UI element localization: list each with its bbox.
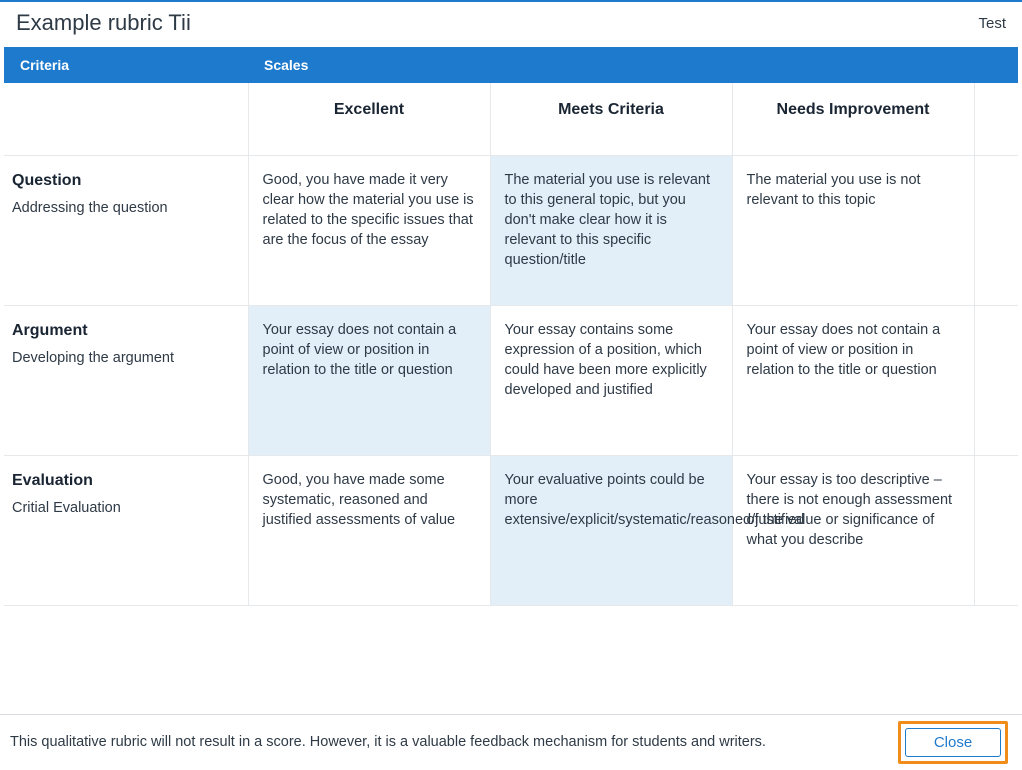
footer-bar: This qualitative rubric will not result … <box>0 714 1022 770</box>
criteria-title: Question <box>12 170 234 192</box>
rubric-cell[interactable]: Good, you have made it very clear how th… <box>248 156 490 306</box>
criteria-title: Evaluation <box>12 470 234 492</box>
table-row: Question Addressing the question Good, you… <box>4 156 1018 306</box>
empty-cell <box>974 456 1018 606</box>
close-highlight: Close <box>898 721 1008 764</box>
criteria-cell: Argument Developing the argument <box>4 306 248 456</box>
empty-cell <box>974 156 1018 306</box>
empty-header <box>974 83 1018 156</box>
criteria-desc: Addressing the question <box>12 198 234 218</box>
rubric-cell[interactable]: Your essay does not contain a point of v… <box>732 306 974 456</box>
scale-needs: Needs Improvement <box>732 83 974 156</box>
breadcrumb-label: Test <box>978 15 1006 32</box>
rubric-cell[interactable]: The material you use is relevant to this… <box>490 156 732 306</box>
scales-header: Scales <box>248 47 1018 83</box>
table-row: Argument Developing the argument Your essa… <box>4 306 1018 456</box>
rubric-cell[interactable]: Your evaluative points could be more ext… <box>490 456 732 606</box>
table-row: Evaluation Critial Evaluation Good, you ha… <box>4 456 1018 606</box>
empty-cell <box>974 306 1018 456</box>
rubric-cell[interactable]: Your essay does not contain a point of v… <box>248 306 490 456</box>
table-header-row: Criteria Scales <box>4 47 1018 83</box>
page-title: Example rubric Tii <box>16 10 191 36</box>
criteria-cell: Evaluation Critial Evaluation <box>4 456 248 606</box>
scale-meets: Meets Criteria <box>490 83 732 156</box>
blank-header <box>4 83 248 156</box>
criteria-cell: Question Addressing the question <box>4 156 248 306</box>
rubric-cell[interactable]: Good, you have made some systematic, rea… <box>248 456 490 606</box>
rubric-table: Criteria Scales Excellent Meets Criteria… <box>4 47 1018 606</box>
scale-excellent: Excellent <box>248 83 490 156</box>
rubric-cell[interactable]: The material you use is not relevant to … <box>732 156 974 306</box>
close-button[interactable]: Close <box>905 728 1001 757</box>
footer-note: This qualitative rubric will not result … <box>10 733 766 753</box>
criteria-header: Criteria <box>4 47 248 83</box>
criteria-desc: Critial Evaluation <box>12 498 234 518</box>
rubric-cell[interactable]: Your essay contains some expression of a… <box>490 306 732 456</box>
rubric-cell[interactable]: Your essay is too descriptive – there is… <box>732 456 974 606</box>
scale-names-row: Excellent Meets Criteria Needs Improveme… <box>4 83 1018 156</box>
criteria-desc: Developing the argument <box>12 348 234 368</box>
criteria-title: Argument <box>12 320 234 342</box>
top-bar: Example rubric Tii Test <box>0 2 1022 47</box>
